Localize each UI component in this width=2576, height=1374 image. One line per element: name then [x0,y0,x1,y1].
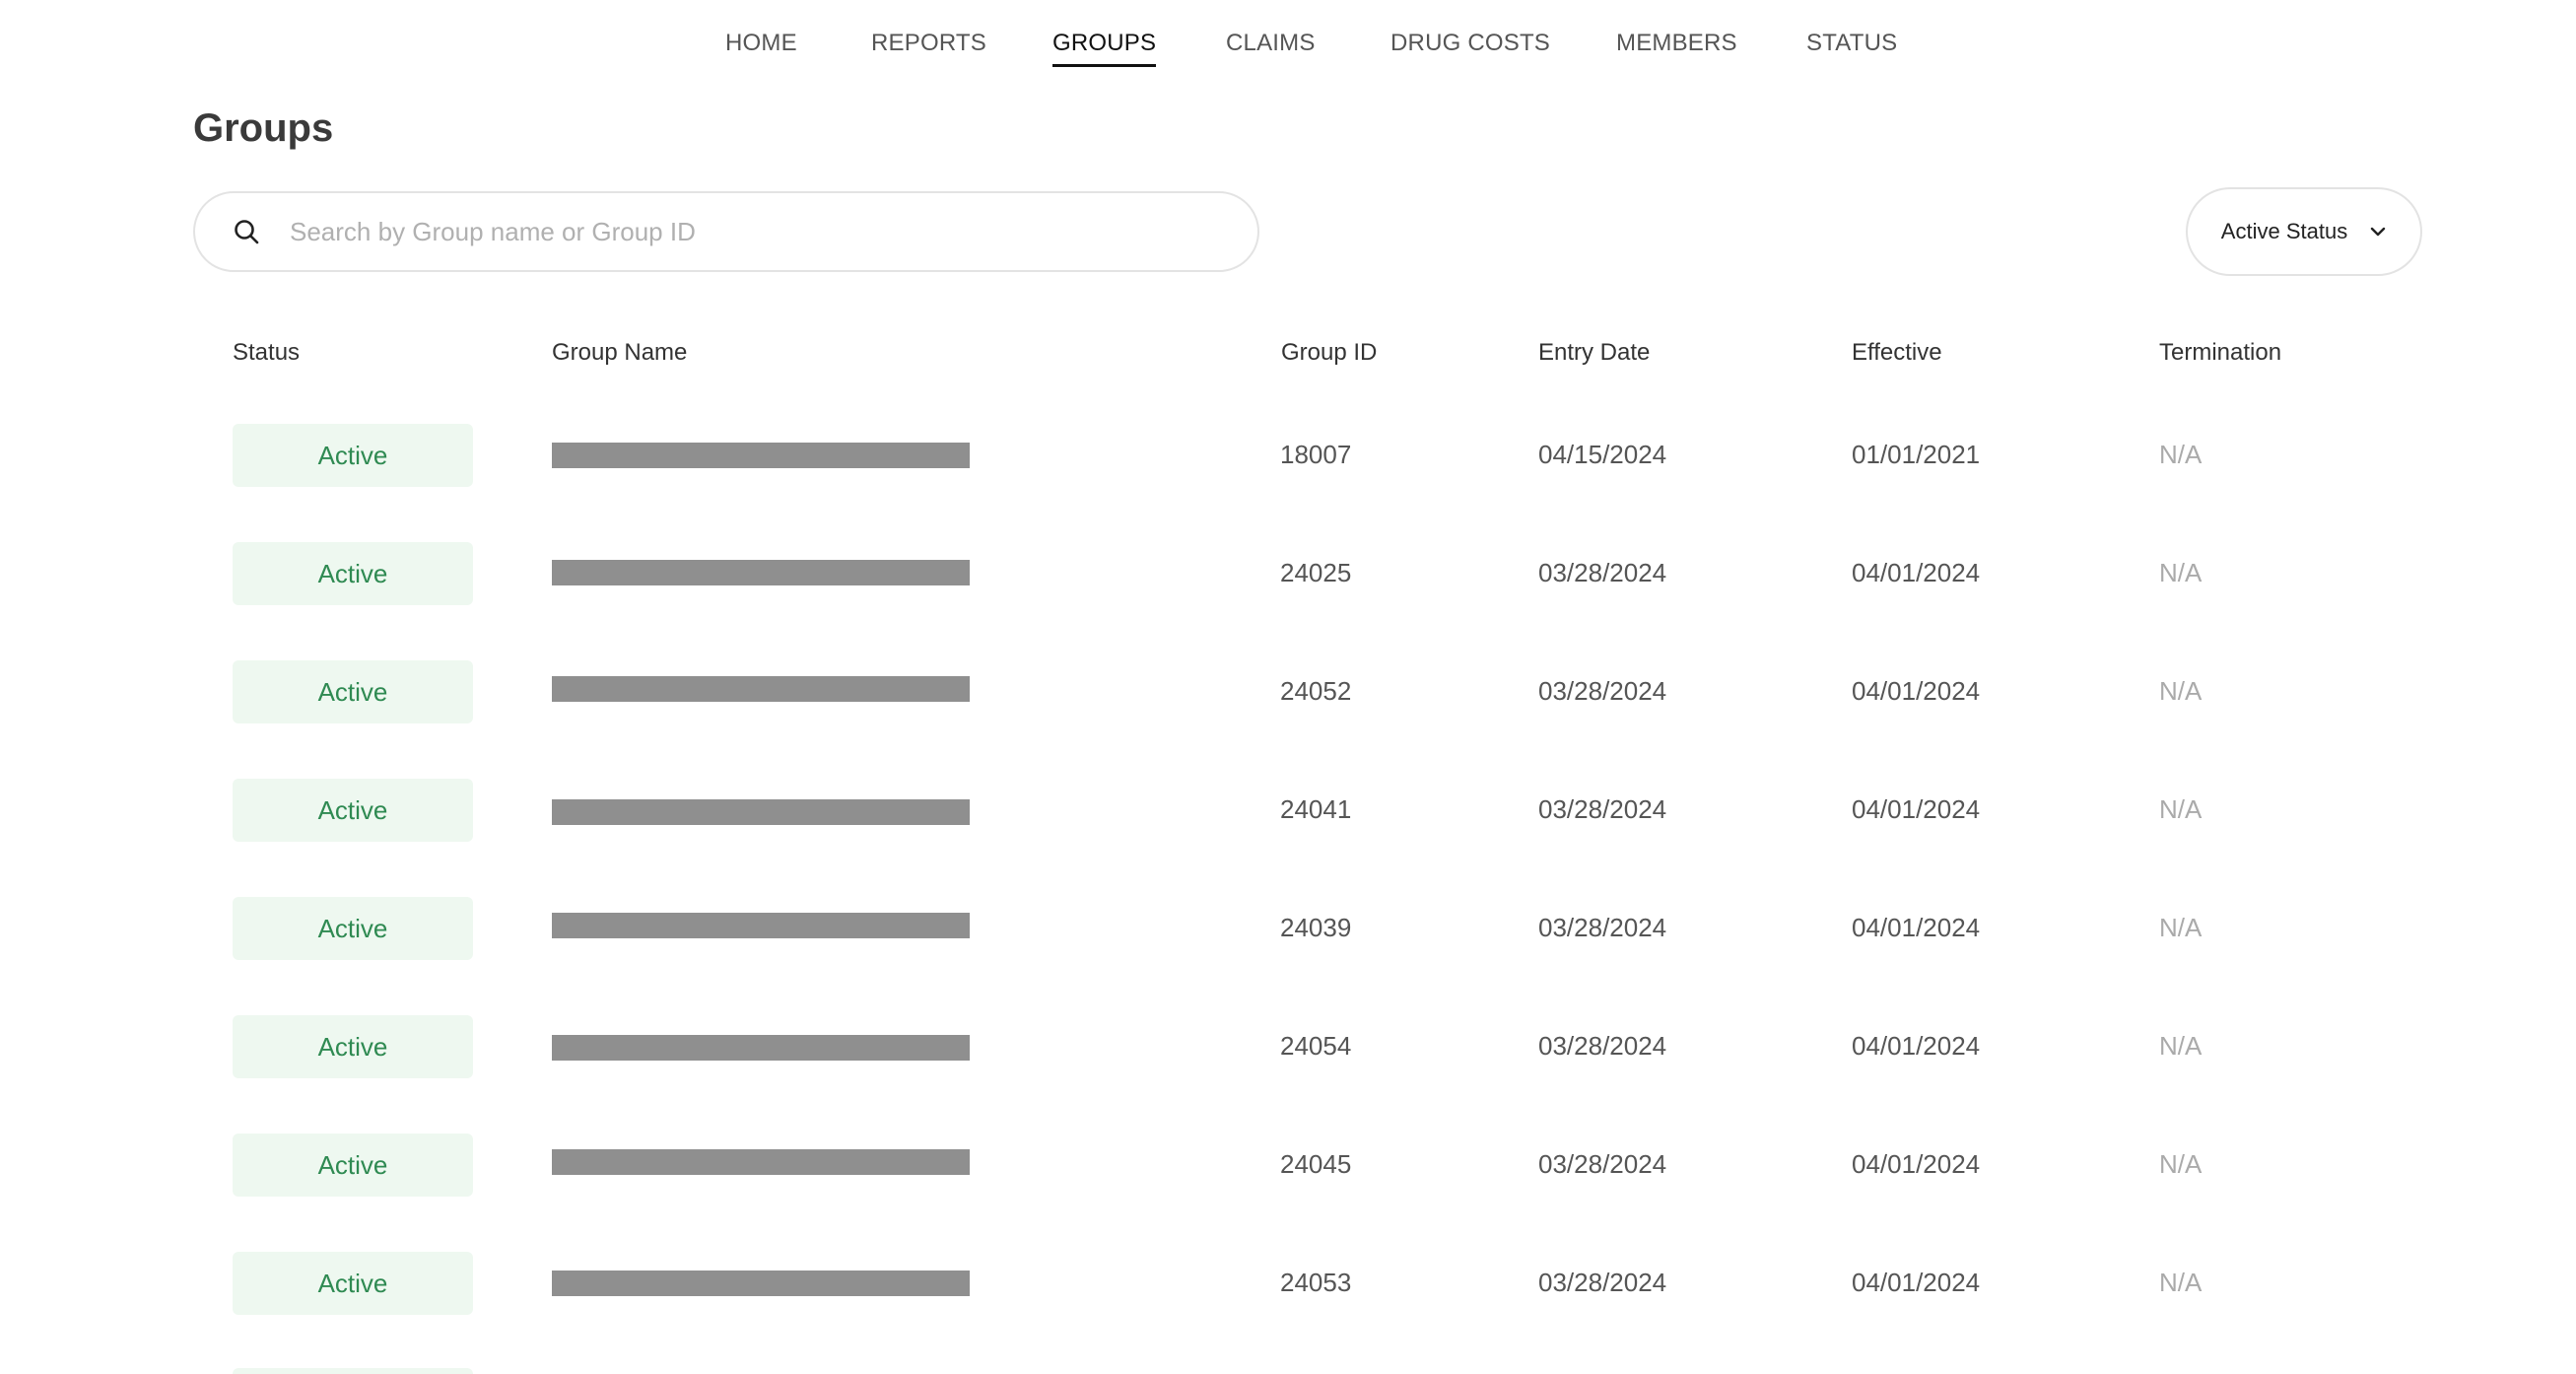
search-box[interactable] [193,191,1259,272]
nav-status[interactable]: STATUS [1806,30,1897,57]
redacted-group-name [552,443,970,468]
top-nav: HOME REPORTS GROUPS CLAIMS DRUG COSTS ME… [0,0,2576,91]
effective-date: 04/01/2024 [1852,558,1981,587]
redacted-group-name [552,1271,970,1296]
status-badge: Active [233,1252,473,1315]
column-header-status[interactable]: Status [233,339,300,367]
group-id: 24025 [1280,558,1352,587]
nav-claims[interactable]: CLAIMS [1226,30,1316,57]
status-filter-label: Active Status [2220,219,2348,243]
status-badge: Active [233,897,473,960]
chevron-down-icon [2369,223,2387,240]
column-header-entry-date[interactable]: Entry Date [1538,339,1650,367]
termination-date: N/A [2159,558,2203,587]
termination-date: N/A [2159,794,2203,824]
entry-date: 03/28/2024 [1538,913,1667,942]
table-row[interactable]: Active 24041 03/28/2024 04/01/2024 N/A [0,779,2576,897]
status-badge: Active [233,1134,473,1197]
entry-date: 03/28/2024 [1538,558,1667,587]
status-badge-partial [233,1368,473,1374]
table-row[interactable]: Active 24054 03/28/2024 04/01/2024 N/A [0,1015,2576,1134]
group-id: 24054 [1280,1031,1352,1061]
termination-date: N/A [2159,676,2203,706]
redacted-group-name [552,913,970,938]
effective-date: 04/01/2024 [1852,794,1981,824]
redacted-group-name [552,1149,970,1175]
nav-reports[interactable]: REPORTS [871,30,986,57]
entry-date: 03/28/2024 [1538,676,1667,706]
column-header-termination[interactable]: Termination [2159,339,2281,367]
status-badge: Active [233,779,473,842]
table-row[interactable]: Active 24053 03/28/2024 04/01/2024 N/A [0,1252,2576,1370]
status-badge: Active [233,424,473,487]
column-header-group-name[interactable]: Group Name [552,339,687,367]
group-id: 24041 [1280,794,1352,824]
nav-groups[interactable]: GROUPS [1052,30,1157,67]
redacted-group-name [552,676,970,702]
group-id: 24052 [1280,676,1352,706]
termination-date: N/A [2159,913,2203,942]
termination-date: N/A [2159,440,2203,469]
effective-date: 04/01/2024 [1852,1268,1981,1297]
status-badge: Active [233,1015,473,1078]
entry-date: 03/28/2024 [1538,794,1667,824]
termination-date: N/A [2159,1031,2203,1061]
termination-date: N/A [2159,1268,2203,1297]
group-id: 24039 [1280,913,1352,942]
table-row[interactable]: Active 24025 03/28/2024 04/01/2024 N/A [0,542,2576,660]
effective-date: 04/01/2024 [1852,913,1981,942]
effective-date: 04/01/2024 [1852,1149,1981,1179]
search-icon [231,216,262,247]
nav-home[interactable]: HOME [725,30,797,57]
column-header-effective[interactable]: Effective [1852,339,1942,367]
group-id: 24045 [1280,1149,1352,1179]
redacted-group-name [552,799,970,825]
entry-date: 03/28/2024 [1538,1149,1667,1179]
effective-date: 04/01/2024 [1852,676,1981,706]
redacted-group-name [552,560,970,585]
table-row[interactable]: Active 24052 03/28/2024 04/01/2024 N/A [0,660,2576,779]
termination-date: N/A [2159,1149,2203,1179]
status-badge: Active [233,542,473,605]
table-row[interactable]: Active 24045 03/28/2024 04/01/2024 N/A [0,1134,2576,1252]
effective-date: 01/01/2021 [1852,440,1981,469]
group-id: 24053 [1280,1268,1352,1297]
entry-date: 03/28/2024 [1538,1268,1667,1297]
search-input[interactable] [288,215,1179,248]
effective-date: 04/01/2024 [1852,1031,1981,1061]
status-badge: Active [233,660,473,723]
entry-date: 03/28/2024 [1538,1031,1667,1061]
page-title: Groups [193,106,334,150]
table-row[interactable]: Active 18007 04/15/2024 01/01/2021 N/A [0,424,2576,542]
table-row[interactable]: Active 24039 03/28/2024 04/01/2024 N/A [0,897,2576,1015]
redacted-group-name [552,1035,970,1061]
group-id: 18007 [1280,440,1352,469]
column-header-group-id[interactable]: Group ID [1281,339,1377,367]
entry-date: 04/15/2024 [1538,440,1667,469]
nav-members[interactable]: MEMBERS [1616,30,1737,57]
status-filter-dropdown[interactable]: Active Status [2186,187,2422,276]
nav-drug-costs[interactable]: DRUG COSTS [1390,30,1550,57]
